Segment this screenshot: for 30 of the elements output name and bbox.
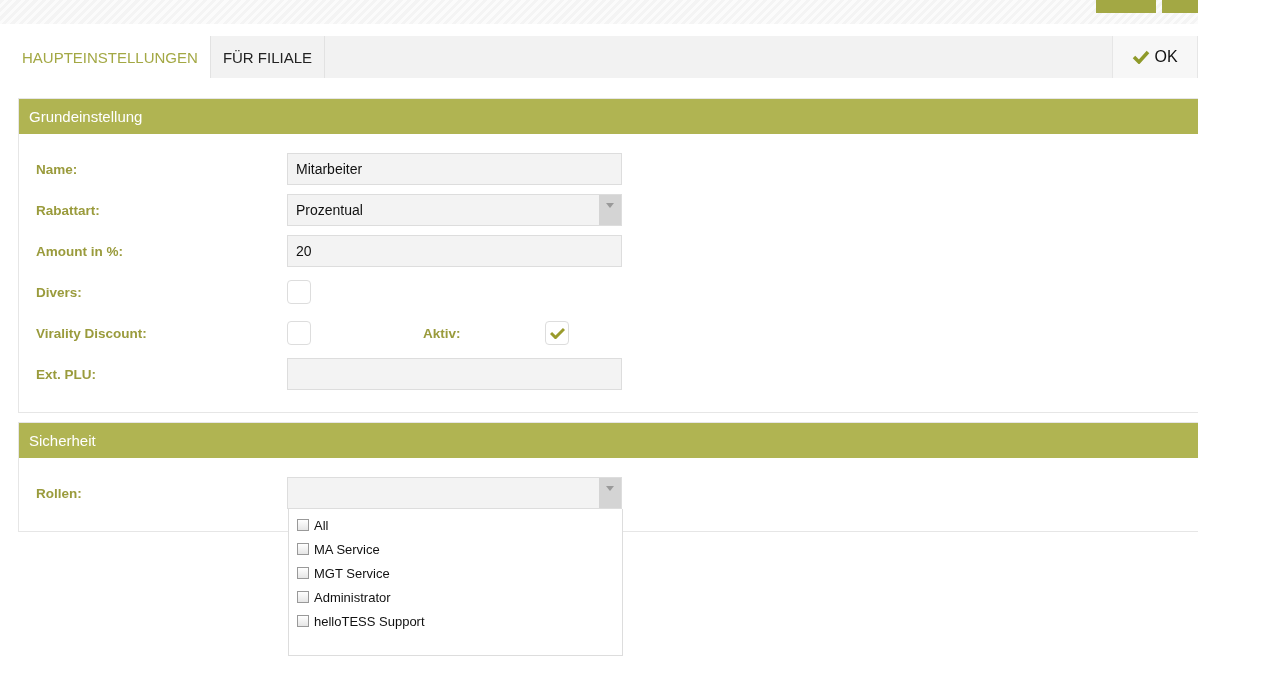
text-field[interactable]: 20 bbox=[287, 235, 622, 267]
select-field[interactable] bbox=[287, 477, 622, 509]
checkmark-icon bbox=[1132, 50, 1151, 64]
list-option[interactable]: MGT Service bbox=[297, 561, 614, 585]
checkbox[interactable] bbox=[297, 519, 309, 531]
checkmark-icon bbox=[549, 327, 565, 339]
checkbox[interactable] bbox=[297, 615, 309, 627]
section-header: Grundeinstellung bbox=[19, 99, 1198, 134]
select-field[interactable]: Prozentual bbox=[287, 194, 622, 226]
field-label: Rabattart: bbox=[36, 202, 101, 218]
caret-icon bbox=[606, 486, 614, 491]
list-option[interactable]: Administrator bbox=[297, 585, 614, 609]
field-label: Divers: bbox=[36, 284, 83, 300]
list-option[interactable]: helloTESS Support bbox=[297, 609, 614, 633]
text-field[interactable] bbox=[287, 358, 622, 390]
field-label: Rollen: bbox=[36, 485, 83, 501]
field-label: Name: bbox=[36, 161, 79, 177]
list-option[interactable]: MA Service bbox=[297, 537, 614, 561]
checkbox[interactable] bbox=[297, 543, 309, 555]
field-label: Virality Discount: bbox=[36, 325, 148, 341]
field-label: Ext. PLU: bbox=[36, 366, 97, 382]
caret-icon bbox=[606, 203, 614, 208]
checkbox[interactable] bbox=[297, 591, 309, 603]
ok-button[interactable]: OK bbox=[1112, 36, 1198, 78]
list-option[interactable]: All bbox=[297, 513, 614, 537]
checkbox[interactable] bbox=[297, 567, 309, 579]
field-label: Amount in %: bbox=[36, 243, 124, 259]
field-label: Aktiv: bbox=[423, 325, 462, 341]
text-field[interactable]: Mitarbeiter bbox=[287, 153, 622, 185]
section-header: Sicherheit bbox=[19, 423, 1198, 458]
